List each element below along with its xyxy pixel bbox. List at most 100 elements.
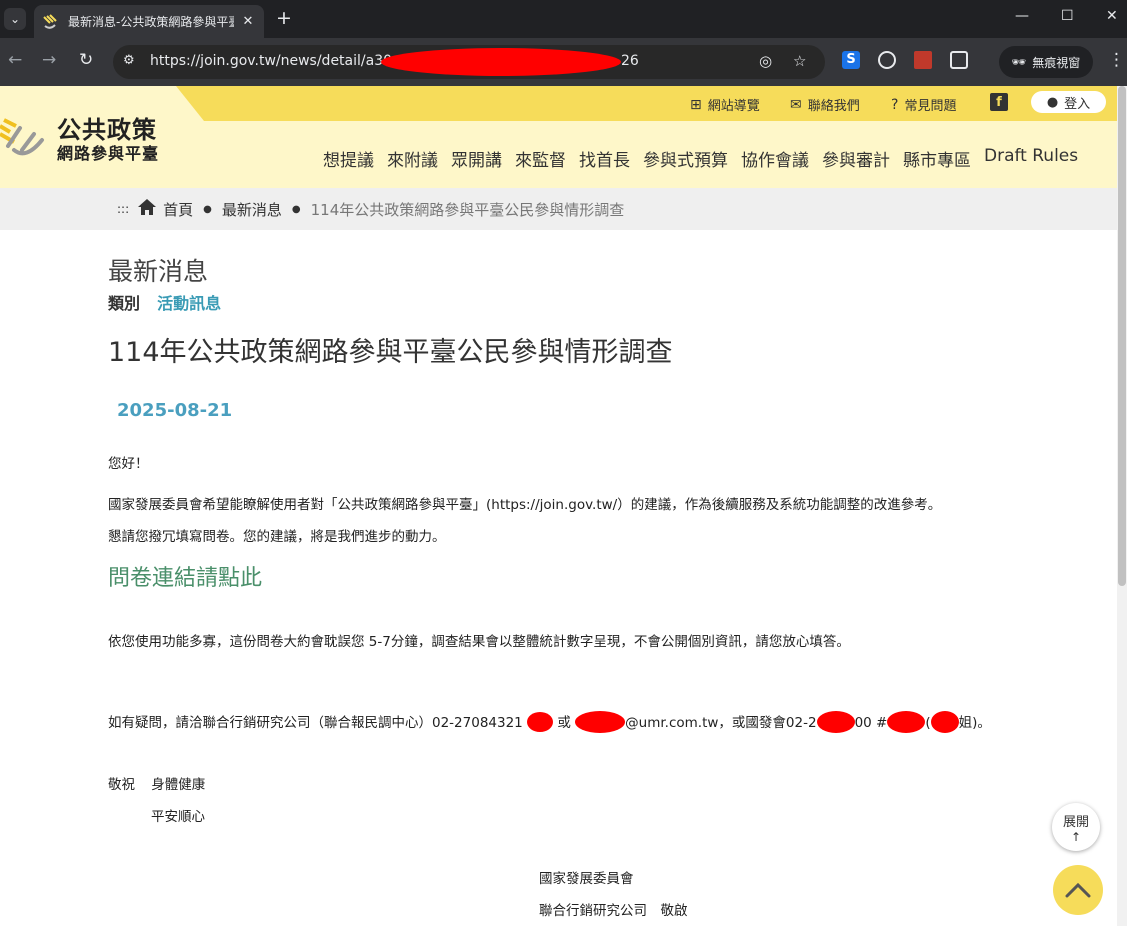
contact-paragraph: 如有疑問，請洽聯合行銷研究公司（聯合報民調中心）02-27084321 或 @u… bbox=[108, 711, 991, 734]
logo-subtitle: 網路參與平臺 bbox=[57, 144, 160, 163]
regards-line: 敬祝 身體健康 bbox=[108, 773, 205, 793]
tab-title: 最新消息-公共政策網路參與平臺 bbox=[68, 15, 234, 29]
contact-label: 聯絡我們 bbox=[807, 99, 860, 114]
nav-item-cities[interactable]: 縣市專區 bbox=[903, 146, 971, 171]
new-tab-button[interactable]: + bbox=[276, 7, 292, 29]
breadcrumb-current: 114年公共政策網路參與平臺公民參與情形調查 bbox=[310, 200, 625, 219]
bookmark-star-icon[interactable]: ☆ bbox=[793, 52, 806, 70]
nav-item-budget[interactable]: 參與式預算 bbox=[643, 146, 728, 171]
browser-tab[interactable]: 最新消息-公共政策網路參與平臺 ✕ bbox=[34, 5, 264, 38]
category-label: 類別 bbox=[108, 294, 141, 313]
article-title: 114年公共政策網路參與平臺公民參與情形調查 bbox=[108, 337, 673, 368]
mail-icon: ✉ bbox=[790, 96, 802, 113]
address-bar[interactable]: ⚙ https://join.gov.tw/news/detail/a30 26… bbox=[113, 45, 825, 79]
minimize-icon[interactable]: — bbox=[1015, 8, 1029, 24]
breadcrumb-separator: ● bbox=[291, 203, 301, 215]
extensions-puzzle-icon[interactable] bbox=[950, 51, 968, 69]
main-nav: 想提議 來附議 眾開講 來監督 找首長 參與式預算 協作會議 參與審計 縣市專區… bbox=[323, 146, 1078, 171]
redaction-mark bbox=[887, 711, 926, 733]
contact-text-f: 姐)。 bbox=[958, 715, 991, 731]
contact-text-a: 如有疑問，請洽聯合行銷研究公司（聯合報民調中心）02-27084321 bbox=[108, 715, 523, 731]
top-utility-strip bbox=[176, 86, 1117, 121]
nav-item-monitor[interactable]: 來監督 bbox=[515, 146, 566, 171]
tab-close-icon[interactable]: ✕ bbox=[240, 14, 256, 29]
signature-org1: 國家發展委員會 bbox=[539, 871, 634, 887]
nav-item-officials[interactable]: 找首長 bbox=[579, 146, 630, 171]
contact-text-d: 00 # bbox=[854, 715, 888, 731]
contact-email-text: @umr.com.tw，或國發會02-2 bbox=[625, 715, 817, 731]
site-favicon-icon bbox=[42, 13, 58, 30]
logo-mark-icon bbox=[0, 118, 44, 156]
expand-button[interactable]: 展開 ↑ bbox=[1052, 803, 1100, 851]
login-button[interactable]: ● 登入 bbox=[1031, 91, 1106, 113]
back-to-top-button[interactable] bbox=[1053, 865, 1103, 915]
help-icon: ? bbox=[891, 96, 899, 113]
section-title: 最新消息 bbox=[108, 257, 209, 286]
intro-paragraph: 國家發展委員會希望能瞭解使用者對「公共政策網路參與平臺」(https://joi… bbox=[108, 497, 942, 513]
extension-ball-icon[interactable] bbox=[878, 51, 896, 69]
wish-health: 身體健康 bbox=[151, 777, 206, 793]
category-value[interactable]: 活動訊息 bbox=[157, 294, 221, 313]
sitemap-label: 網站導覽 bbox=[707, 99, 760, 114]
home-icon[interactable] bbox=[137, 198, 157, 220]
duration-paragraph: 依您使用功能多寡，這份問卷大約會耽誤您 5-7分鐘，調查結果會以整體統計數字呈現… bbox=[108, 634, 850, 650]
signature-org2: 聯合行銷研究公司 敬啟 bbox=[539, 903, 688, 919]
nav-item-meetings[interactable]: 協作會議 bbox=[741, 146, 809, 171]
user-icon: ● bbox=[1046, 94, 1059, 110]
sitemap-link[interactable]: ⊞ 網站導覽 bbox=[690, 95, 760, 115]
back-icon[interactable]: ← bbox=[8, 50, 22, 70]
browser-menu-icon[interactable]: ⋮ bbox=[1108, 50, 1125, 70]
contact-link[interactable]: ✉ 聯絡我們 bbox=[790, 95, 860, 115]
forward-icon[interactable]: → bbox=[42, 50, 56, 70]
site-header: ⊞ 網站導覽 ✉ 聯絡我們 ? 常見問題 f ● 登入 公共政策 網路參與平臺 … bbox=[0, 86, 1117, 188]
nav-item-propose[interactable]: 想提議 bbox=[323, 146, 374, 171]
browser-toolbar: ← → ↻ ⚙ https://join.gov.tw/news/detail/… bbox=[0, 38, 1127, 86]
breadcrumb-anchor[interactable]: ::: bbox=[117, 202, 129, 216]
login-label: 登入 bbox=[1064, 96, 1091, 112]
url-text: https://join.gov.tw/news/detail/a30 bbox=[150, 53, 393, 69]
breadcrumb-section[interactable]: 最新消息 bbox=[222, 199, 282, 220]
site-info-icon[interactable]: ⚙ bbox=[123, 53, 135, 68]
arrow-up-small-icon: ↑ bbox=[1070, 829, 1082, 844]
redaction-mark bbox=[381, 48, 621, 76]
redaction-mark bbox=[930, 711, 959, 733]
extension-s-icon[interactable]: S bbox=[842, 51, 860, 69]
sitemap-icon: ⊞ bbox=[690, 96, 702, 113]
scrollbar-thumb[interactable] bbox=[1118, 86, 1126, 586]
facebook-icon[interactable]: f bbox=[990, 93, 1008, 111]
redaction-mark bbox=[816, 711, 855, 733]
maximize-icon[interactable]: ☐ bbox=[1061, 8, 1074, 24]
faq-label: 常見問題 bbox=[904, 99, 957, 114]
incognito-icon: 🕶 bbox=[1011, 55, 1027, 69]
nav-item-endorse[interactable]: 來附議 bbox=[387, 146, 438, 171]
nav-item-audit[interactable]: 參與審計 bbox=[822, 146, 890, 171]
contact-text-b: 或 bbox=[557, 715, 571, 731]
chevron-up-icon bbox=[1065, 882, 1091, 898]
category-row: 類別 活動訊息 bbox=[108, 290, 221, 314]
redaction-mark bbox=[575, 711, 626, 733]
breadcrumb: ::: 首頁 ● 最新消息 ● 114年公共政策網路參與平臺公民參與情形調查 bbox=[0, 188, 1117, 230]
tab-search-button[interactable]: ⌄ bbox=[4, 8, 26, 30]
incognito-label: 無痕視窗 bbox=[1032, 55, 1081, 70]
url-tail: 26 bbox=[621, 53, 639, 69]
eye-off-icon[interactable]: ◎ bbox=[759, 52, 772, 70]
close-window-icon[interactable]: ✕ bbox=[1106, 8, 1118, 24]
redaction-mark bbox=[527, 712, 554, 732]
faq-link[interactable]: ? 常見問題 bbox=[891, 95, 957, 115]
reload-icon[interactable]: ↻ bbox=[79, 50, 93, 70]
survey-link[interactable]: 問卷連結請點此 bbox=[108, 560, 262, 592]
extension-book-icon[interactable] bbox=[914, 51, 932, 69]
article-date: 2025-08-21 bbox=[117, 400, 233, 421]
expand-label: 展開 bbox=[1062, 814, 1089, 830]
incognito-badge[interactable]: 🕶 無痕視窗 bbox=[999, 46, 1093, 78]
contact-text-e: ( bbox=[925, 715, 931, 731]
request-paragraph: 懇請您撥冗填寫問卷。您的建議，將是我們進步的動力。 bbox=[108, 529, 446, 545]
site-logo[interactable]: 公共政策 網路參與平臺 bbox=[0, 108, 170, 168]
breadcrumb-home[interactable]: 首頁 bbox=[163, 199, 193, 220]
nav-item-discuss[interactable]: 眾開講 bbox=[451, 146, 502, 171]
nav-item-draft-rules[interactable]: Draft Rules bbox=[984, 146, 1078, 171]
breadcrumb-separator: ● bbox=[203, 203, 212, 215]
wish-peace: 平安順心 bbox=[151, 809, 205, 825]
regards-text: 敬祝 bbox=[108, 777, 135, 793]
browser-tab-bar: ⌄ 最新消息-公共政策網路參與平臺 ✕ + — ☐ ✕ bbox=[0, 0, 1127, 38]
